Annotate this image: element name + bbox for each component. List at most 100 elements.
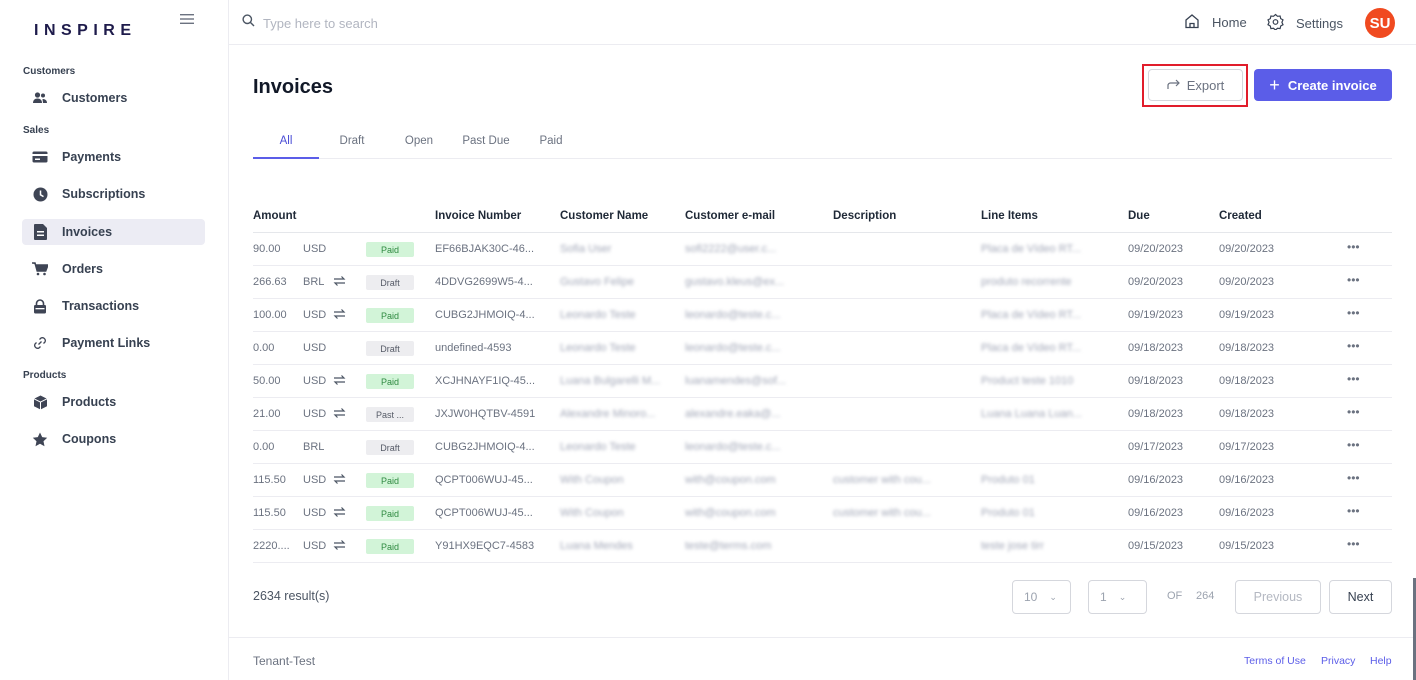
home-label: Home <box>1212 15 1247 30</box>
tab-open[interactable]: Open <box>403 130 435 159</box>
menu-toggle-icon[interactable] <box>180 12 194 30</box>
amount-cell: 100.00 <box>253 309 287 321</box>
invoice-number-cell[interactable]: undefined-4593 <box>435 342 553 354</box>
customer-email-cell: sofi2222@user.c... <box>685 243 777 255</box>
amount-cell: 0.00 <box>253 342 275 354</box>
chevron-down-icon: ⌄ <box>1049 591 1057 602</box>
table-row[interactable]: 115.50 USD Paid QCPT006WUJ-45... With Coupon… <box>253 497 1392 530</box>
tab-past-due[interactable]: Past Due <box>462 130 510 159</box>
more-options-icon[interactable]: ••• <box>1347 405 1360 419</box>
column-header-created[interactable]: Created <box>1219 210 1262 222</box>
sidebar-item-transactions[interactable]: Transactions <box>22 293 205 319</box>
help-link[interactable]: Help <box>1370 655 1392 667</box>
more-options-icon[interactable]: ••• <box>1347 471 1360 485</box>
sidebar-item-orders[interactable]: Orders <box>22 256 205 282</box>
topbar: Home Settings SU <box>229 0 1416 45</box>
sidebar-item-subscriptions[interactable]: Subscriptions <box>22 181 205 207</box>
more-options-icon[interactable]: ••• <box>1347 372 1360 386</box>
column-header-description[interactable]: Description <box>833 210 896 222</box>
terms-link[interactable]: Terms of Use <box>1244 655 1306 667</box>
more-options-icon[interactable]: ••• <box>1347 537 1360 551</box>
table-row[interactable]: 2220.... USD Paid Y91HX9EQC7-4583 Luana Mend… <box>253 530 1392 563</box>
tenant-name: Tenant-Test <box>253 654 316 668</box>
currency-cell: BRL <box>303 441 325 453</box>
due-date-cell: 09/16/2023 <box>1128 474 1184 486</box>
tab-all[interactable]: All <box>253 130 319 159</box>
more-options-icon[interactable]: ••• <box>1347 306 1360 320</box>
invoices-table: Amount Invoice Number Customer Name Cust… <box>253 200 1392 563</box>
invoice-number-cell[interactable]: Y91HX9EQC7-4583 <box>435 540 553 552</box>
export-button[interactable]: Export <box>1148 69 1243 101</box>
more-options-icon[interactable]: ••• <box>1347 438 1360 452</box>
customer-name-cell: Sofia User <box>560 243 612 255</box>
amount-cell: 90.00 <box>253 243 281 255</box>
more-options-icon[interactable]: ••• <box>1347 339 1360 353</box>
column-header-amount[interactable]: Amount <box>253 210 296 222</box>
sidebar-item-payments[interactable]: Payments <box>22 144 205 170</box>
amount-cell: 115.50 <box>253 507 286 519</box>
table-row[interactable]: 50.00 USD Paid XCJHNAYF1IQ-45... Luana Bulga… <box>253 365 1392 398</box>
sidebar-item-payment-links[interactable]: Payment Links <box>22 330 205 356</box>
invoice-number-cell[interactable]: 4DDVG2699W5-4... <box>435 276 553 288</box>
previous-button[interactable]: Previous <box>1235 580 1321 614</box>
column-header-line-items[interactable]: Line Items <box>981 210 1038 222</box>
table-row[interactable]: 21.00 USD Past ... JXJW0HQTBV-4591 Alexandre… <box>253 398 1392 431</box>
table-row[interactable]: 266.63 BRL Draft 4DDVG2699W5-4... Gustavo Fe… <box>253 266 1392 299</box>
more-options-icon[interactable]: ••• <box>1347 240 1360 254</box>
invoice-number-cell[interactable]: XCJHNAYF1IQ-45... <box>435 375 553 387</box>
page-title: Invoices <box>253 76 334 98</box>
column-header-invoice-number[interactable]: Invoice Number <box>435 210 521 222</box>
column-header-due[interactable]: Due <box>1128 210 1150 222</box>
invoice-number-cell[interactable]: CUBG2JHMOIQ-4... <box>435 441 553 453</box>
table-row[interactable]: 0.00 USD Draft undefined-4593 Leonardo Teste… <box>253 332 1392 365</box>
customer-email-cell: gustavo.kleus@ex... <box>685 276 785 288</box>
amount-cell: 21.00 <box>253 408 281 420</box>
user-avatar[interactable]: SU <box>1365 8 1395 38</box>
currency-cell: USD <box>303 342 327 354</box>
search-input[interactable] <box>263 15 563 31</box>
plus-icon: + <box>1269 74 1280 95</box>
sidebar-item-products[interactable]: Products <box>22 389 205 415</box>
line-items-cell: Product teste 1010 <box>981 375 1074 387</box>
invoice-number-cell[interactable]: QCPT006WUJ-45... <box>435 474 553 486</box>
column-header-customer-email[interactable]: Customer e-mail <box>685 210 775 222</box>
sidebar-item-customers[interactable]: Customers <box>22 85 205 111</box>
status-badge: Paid <box>366 506 414 521</box>
create-invoice-button[interactable]: + Create invoice <box>1254 69 1392 101</box>
lock-icon <box>32 298 48 314</box>
home-link[interactable]: Home <box>1184 13 1247 32</box>
privacy-link[interactable]: Privacy <box>1321 655 1355 667</box>
table-row[interactable]: 100.00 USD Paid CUBG2JHMOIQ-4... Leonardo Te… <box>253 299 1392 332</box>
table-row[interactable]: 90.00 USD Paid EF66BJAK30C-46... Sofia User s… <box>253 233 1392 266</box>
sidebar-item-label: Coupons <box>62 432 117 446</box>
due-date-cell: 09/16/2023 <box>1128 507 1184 519</box>
page-size-value: 10 <box>1024 590 1038 604</box>
invoice-number-cell[interactable]: EF66BJAK30C-46... <box>435 243 553 255</box>
settings-link[interactable]: Settings <box>1267 13 1343 33</box>
invoice-number-cell[interactable]: JXJW0HQTBV-4591 <box>435 408 553 420</box>
customer-name-cell: Luana Mendes <box>560 540 633 552</box>
line-items-cell: Placa de Vídeo RT... <box>981 342 1082 354</box>
currency-cell: USD <box>303 243 327 255</box>
brand-logo[interactable]: INSPIRE <box>34 22 137 40</box>
currency-cell: USD <box>303 408 327 420</box>
sidebar-item-label: Customers <box>62 91 128 105</box>
more-options-icon[interactable]: ••• <box>1347 504 1360 518</box>
invoice-number-cell[interactable]: QCPT006WUJ-45... <box>435 507 553 519</box>
column-header-customer-name[interactable]: Customer Name <box>560 210 648 222</box>
sidebar-item-coupons[interactable]: Coupons <box>22 426 205 452</box>
due-date-cell: 09/15/2023 <box>1128 540 1184 552</box>
sidebar-item-invoices[interactable]: Invoices <box>22 219 205 245</box>
credit-card-icon <box>32 149 48 165</box>
tab-draft[interactable]: Draft <box>337 130 367 159</box>
page-size-select[interactable]: 10 ⌄ <box>1012 580 1071 614</box>
customer-email-cell: teste@terms.com <box>685 540 772 552</box>
customer-name-cell: Leonardo Teste <box>560 441 636 453</box>
table-row[interactable]: 0.00 BRL Draft CUBG2JHMOIQ-4... Leonardo Tes… <box>253 431 1392 464</box>
more-options-icon[interactable]: ••• <box>1347 273 1360 287</box>
tab-paid[interactable]: Paid <box>539 130 563 159</box>
page-number-select[interactable]: 1 ⌄ <box>1088 580 1147 614</box>
table-row[interactable]: 115.50 USD Paid QCPT006WUJ-45... With Coupon… <box>253 464 1392 497</box>
next-button[interactable]: Next <box>1329 580 1392 614</box>
invoice-number-cell[interactable]: CUBG2JHMOIQ-4... <box>435 309 553 321</box>
